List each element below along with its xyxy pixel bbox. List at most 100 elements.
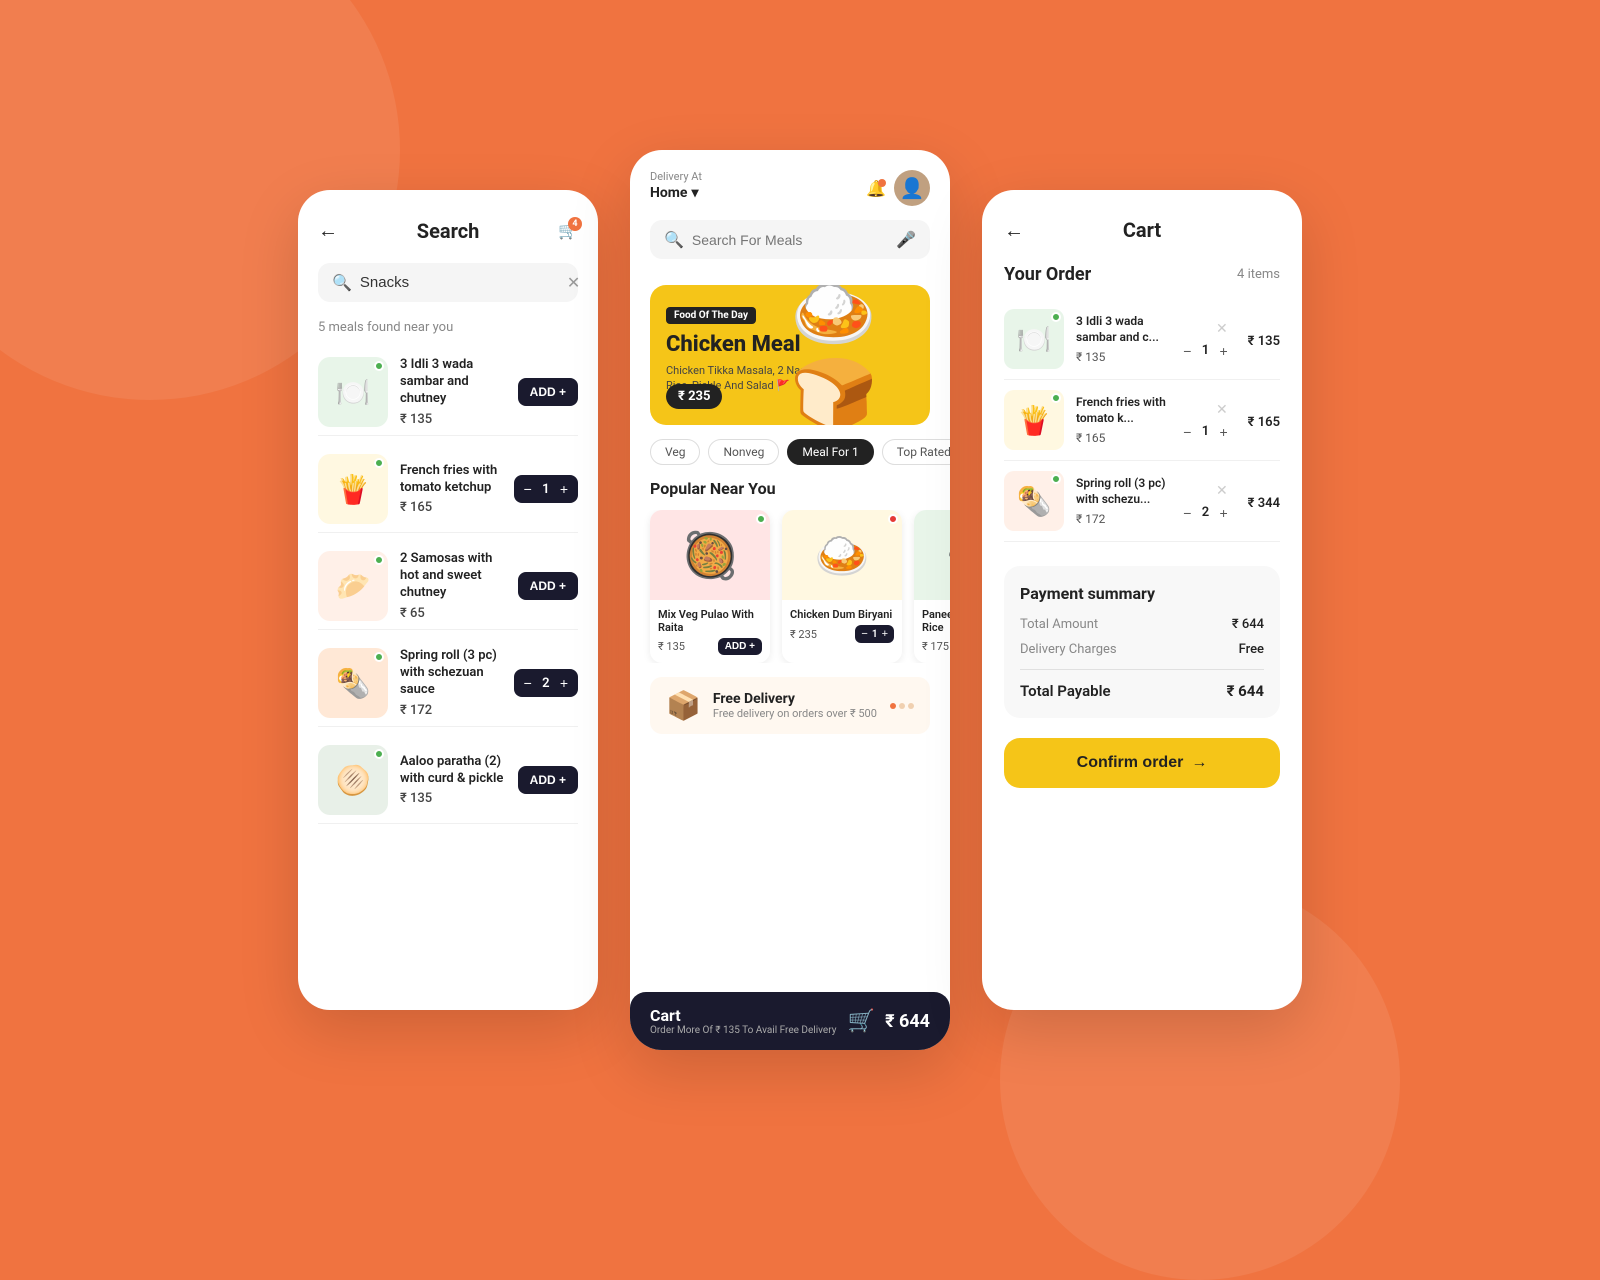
banner-price: ₹ 235 bbox=[666, 384, 722, 409]
meal-name: 2 Samosas with hot and sweet chutney bbox=[400, 551, 506, 602]
meal-image: 🫓 bbox=[318, 745, 388, 815]
qty-increase[interactable]: + bbox=[1219, 505, 1227, 521]
clear-icon[interactable]: ✕ bbox=[567, 273, 580, 292]
total-amount-label: Total Amount bbox=[1020, 617, 1098, 632]
search-icon: 🔍 bbox=[664, 230, 684, 249]
cart-item-price: ₹ 165 bbox=[1076, 431, 1171, 445]
veg-dot bbox=[374, 652, 384, 662]
back-button[interactable]: ← bbox=[318, 218, 338, 243]
order-title-row: Your Order 4 items bbox=[1004, 264, 1280, 285]
veg-dot bbox=[374, 555, 384, 565]
cart-header: ← Cart bbox=[1004, 218, 1280, 242]
remove-button[interactable]: ✕ bbox=[1216, 401, 1228, 418]
list-item: 🍟 French fries with tomato ketchup ₹ 165… bbox=[318, 446, 578, 533]
search-input[interactable] bbox=[360, 274, 559, 291]
popular-card-bottom: ₹ 235 − 1 + bbox=[790, 625, 894, 643]
add-button[interactable]: ADD + bbox=[518, 572, 578, 600]
cart-item-right: ✕ − 2 + bbox=[1183, 482, 1227, 521]
add-button[interactable]: ADD + bbox=[518, 766, 578, 794]
delivery-charges-value: Free bbox=[1239, 642, 1264, 657]
cart-bar-title: Cart bbox=[650, 1006, 836, 1025]
filter-top-rated[interactable]: Top Rated bbox=[882, 439, 950, 465]
cart-item-total-wrap: ₹ 344 bbox=[1248, 492, 1280, 511]
food-of-day-banner[interactable]: Food Of The Day Chicken Meal Chicken Tik… bbox=[650, 285, 930, 425]
list-item: 🫓 Aaloo paratha (2) with curd & pickle ₹… bbox=[318, 737, 578, 824]
popular-add-button[interactable]: ADD + bbox=[718, 638, 762, 655]
meal-action: ADD + bbox=[518, 766, 578, 794]
qty-decrease[interactable]: − bbox=[1183, 424, 1191, 440]
qty-control: − 1 + bbox=[514, 475, 578, 503]
list-item: 🥟 2 Samosas with hot and sweet chutney ₹… bbox=[318, 543, 578, 630]
remove-button[interactable]: ✕ bbox=[1216, 482, 1228, 499]
veg-dot bbox=[1051, 393, 1061, 403]
cart-item-total-wrap: ₹ 135 bbox=[1248, 330, 1280, 349]
cart-item: 🍽️ 3 Idli 3 wada sambar and c... ₹ 135 ✕… bbox=[1004, 299, 1280, 380]
qty-increase[interactable]: + bbox=[560, 481, 568, 497]
remove-button[interactable]: ✕ bbox=[1216, 320, 1228, 337]
cart-qty-control: − 1 + bbox=[1183, 343, 1227, 359]
search-icon: 🔍 bbox=[332, 273, 352, 292]
cart-back-button[interactable]: ← bbox=[1004, 218, 1024, 243]
free-delivery-title: Free Delivery bbox=[713, 691, 877, 707]
meal-price: ₹ 135 bbox=[400, 412, 506, 427]
screens-container: ← Search 🛒 4 🔍 ✕ 5 meals found near you … bbox=[298, 150, 1302, 1050]
qty-decrease[interactable]: − bbox=[861, 628, 867, 640]
popular-card-image: 🍛 bbox=[782, 510, 902, 600]
filter-veg[interactable]: Veg bbox=[650, 439, 700, 465]
bell-wrap[interactable]: 🔔 bbox=[866, 179, 886, 198]
add-button[interactable]: ADD + bbox=[518, 378, 578, 406]
delivery-location[interactable]: Home ▾ bbox=[650, 185, 702, 201]
meal-image: 🍽️ bbox=[318, 357, 388, 427]
free-delivery-subtitle: Free delivery on orders over ₹ 500 bbox=[713, 707, 877, 720]
list-item: 🌯 Spring roll (3 pc) with schezuan sauce… bbox=[318, 640, 578, 727]
home-screen: Delivery At Home ▾ 🔔 👤 🔍 🎤 bbox=[630, 150, 950, 1050]
popular-card-bottom: ₹ 175 ADD + bbox=[922, 638, 950, 655]
home-header: Delivery At Home ▾ 🔔 👤 bbox=[650, 170, 930, 206]
delivery-dots bbox=[890, 703, 914, 709]
cart-item: 🌯 Spring roll (3 pc) with schezu... ₹ 17… bbox=[1004, 461, 1280, 542]
confirm-order-button[interactable]: Confirm order → bbox=[1004, 738, 1280, 788]
qty-number: 1 bbox=[872, 629, 878, 640]
qty-decrease[interactable]: − bbox=[524, 481, 532, 497]
qty-decrease[interactable]: − bbox=[1183, 505, 1191, 521]
qty-increase[interactable]: + bbox=[882, 628, 888, 640]
veg-dot bbox=[756, 514, 766, 524]
qty-increase[interactable]: + bbox=[560, 675, 568, 691]
chevron-down-icon: ▾ bbox=[691, 185, 698, 201]
filter-nonveg[interactable]: Nonveg bbox=[708, 439, 779, 465]
free-delivery-banner: 📦 Free Delivery Free delivery on orders … bbox=[650, 677, 930, 734]
meal-info: Spring roll (3 pc) with schezuan sauce ₹… bbox=[400, 648, 502, 718]
filter-meal-for-1[interactable]: Meal For 1 bbox=[787, 439, 873, 465]
meal-image: 🌯 bbox=[318, 648, 388, 718]
total-payable-label: Total Payable bbox=[1020, 682, 1111, 700]
payment-title: Payment summary bbox=[1020, 584, 1264, 603]
qty-decrease[interactable]: − bbox=[524, 675, 532, 691]
notification-dot bbox=[878, 179, 886, 187]
order-title: Your Order bbox=[1004, 264, 1091, 285]
qty-number: 1 bbox=[1199, 343, 1211, 358]
avatar[interactable]: 👤 bbox=[894, 170, 930, 206]
meal-name: Aaloo paratha (2) with curd & pickle bbox=[400, 754, 506, 788]
cart-item-image: 🍟 bbox=[1004, 390, 1064, 450]
payment-summary: Payment summary Total Amount ₹ 644 Deliv… bbox=[1004, 566, 1280, 718]
qty-increase[interactable]: + bbox=[1219, 343, 1227, 359]
home-search-input[interactable] bbox=[692, 232, 888, 248]
mic-icon[interactable]: 🎤 bbox=[896, 230, 916, 249]
popular-card-name: Chicken Dum Biryani bbox=[790, 608, 894, 621]
nonveg-dot bbox=[888, 514, 898, 524]
delivery-label: Delivery At bbox=[650, 170, 702, 183]
cart-item: 🍟 French fries with tomato k... ₹ 165 ✕ … bbox=[1004, 380, 1280, 461]
veg-dot bbox=[374, 749, 384, 759]
popular-card-price: ₹ 235 bbox=[790, 628, 817, 641]
cart-bar[interactable]: Cart Order More Of ₹ 135 To Avail Free D… bbox=[630, 992, 950, 1050]
popular-card-body: Chicken Dum Biryani ₹ 235 − 1 + bbox=[782, 600, 902, 651]
cart-button[interactable]: 🛒 4 bbox=[558, 221, 578, 240]
veg-dot bbox=[374, 458, 384, 468]
cart-bar-subtitle: Order More Of ₹ 135 To Avail Free Delive… bbox=[650, 1025, 836, 1036]
popular-section-title: Popular Near You bbox=[630, 479, 950, 498]
qty-increase[interactable]: + bbox=[1219, 424, 1227, 440]
qty-decrease[interactable]: − bbox=[1183, 343, 1191, 359]
cart-item-info: French fries with tomato k... ₹ 165 bbox=[1076, 395, 1171, 444]
qty-number: 2 bbox=[1199, 505, 1211, 520]
cart-bar-right: 🛒 ₹ 644 bbox=[848, 1009, 930, 1034]
